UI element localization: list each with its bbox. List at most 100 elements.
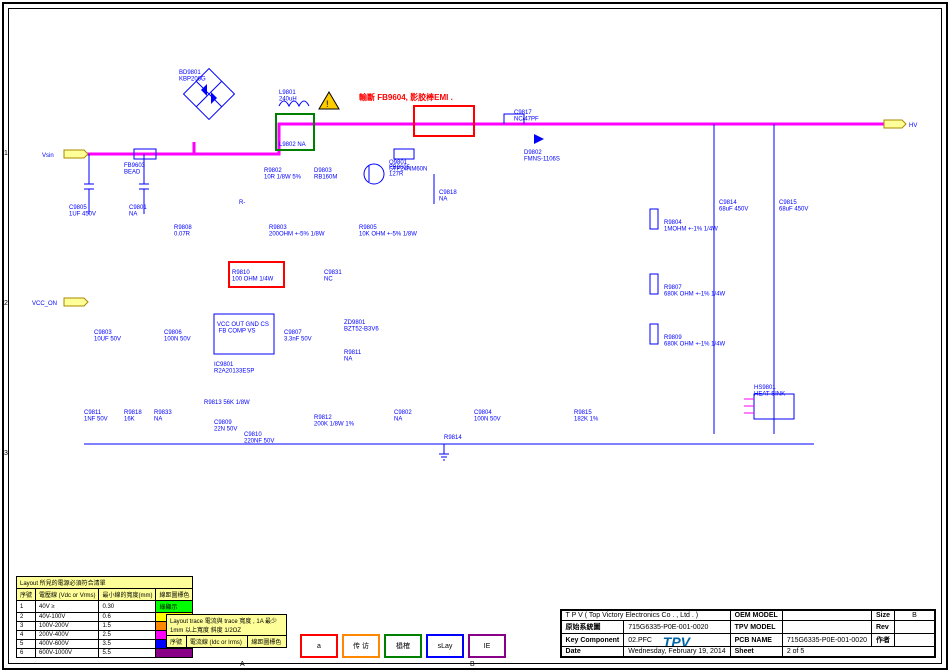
tb-rev [895, 621, 935, 634]
label-r9808: R98080.07R [174, 225, 192, 238]
label-r9815: R9815182K 1% [574, 410, 599, 423]
lg-r: 100V-200V [36, 622, 99, 631]
label-c9806: C9806100N 50V [164, 330, 191, 343]
legend-title: Layout 所見的電源必須符合清單 [17, 577, 193, 589]
color-box-orange: 传 访 [342, 634, 380, 658]
title-block: T P V ( Top Victory Electronics Co . , L… [560, 609, 936, 658]
color-box-green: 橻榷 [384, 634, 422, 658]
color-box-blue: sLay [426, 634, 464, 658]
main-bus [84, 124, 884, 154]
port-vsin-icon [64, 150, 88, 158]
label-c9803: C980310UF 50V [94, 330, 121, 343]
label-r9812: R9812200K 1/8W 1% [314, 415, 355, 428]
lg-r: 200V-400V [36, 631, 99, 640]
lg-r: 5 [17, 640, 36, 649]
q9801-icon [364, 164, 384, 184]
r9807-icon [650, 274, 658, 294]
label-c9802: C9802NA [394, 410, 412, 423]
lg-r: 0.30 [99, 601, 156, 613]
label-c9818: C9818NA [439, 190, 457, 203]
label-c9817: C9817NC/47PF [514, 110, 539, 123]
lg-r: 0.6 [99, 613, 156, 622]
label-c9811: C98111NF 50V [84, 410, 108, 423]
legend-col1: 序號 [17, 589, 36, 601]
label-c9807: C98073.3nF 50V [284, 330, 312, 343]
label-l9802: L9802 NA [279, 142, 306, 148]
label-c9809: C980922N 50V [214, 420, 237, 433]
lg-r: 1 [17, 601, 36, 613]
fb9605-icon [394, 149, 414, 159]
label-r9811: R9811NA [344, 350, 362, 363]
label-r9804: R98041MOHM +-1% 1/4W [664, 220, 718, 233]
r9804-icon [650, 209, 658, 229]
tb-tpvm [782, 621, 871, 634]
lm: 電流線 (Idc or Irms) [186, 636, 248, 648]
lg-r: 600V-1000V [36, 649, 99, 658]
label-r9813: R9813 56K 1/8W [204, 400, 250, 406]
color-box-row: a 传 访 橻榷 sLay IE [300, 634, 506, 658]
d9802-icon [534, 134, 544, 144]
label-bd9801: BD9801KBP206G [179, 70, 206, 83]
ruler-bot-a: A [240, 661, 245, 668]
lg-r: 40V ≥ [36, 601, 99, 613]
legend-mid: Layout trace 電流與 trace 寬度 , 1A 最少 1mm 以上… [166, 614, 287, 648]
tb-pcb: 715G6335-P0E-001-0020 [782, 634, 871, 647]
label-icpins: VCC OUT GND CS FB COMP VS [217, 322, 269, 335]
label-fb9603: FB9603BEAD [124, 163, 146, 176]
label-ic9801: IC9801R2A20133ESP [214, 362, 254, 375]
label-c9815: C981568uF 450V [779, 200, 808, 213]
label-c9804: C9804100N 50V [474, 410, 501, 423]
label-heatsink: HS9801HEAT SINK [754, 385, 785, 398]
color-box-purple: IE [468, 634, 506, 658]
emi-box [414, 106, 474, 136]
label-r9809: R9809680K OHM +-1% 1/4W [664, 335, 726, 348]
label-hv: HV [909, 123, 917, 129]
label-vccon: VCC_ON [32, 301, 57, 307]
label-c9810: C9810220NF 50V [244, 432, 274, 445]
label-c9805: C98051UF 450V [69, 205, 96, 218]
label-r9818: R981816K [124, 410, 142, 423]
legend-col4: 線距圖標色 [156, 589, 193, 601]
color-box-red: a [300, 634, 338, 658]
label-d9802: D9802FMNS-1106S [524, 150, 560, 163]
port-hv-icon [884, 120, 906, 128]
schematic-canvas: BD9801KBP206G FB9603BEAD Vsin HV L980124… [14, 14, 936, 658]
tb-proj-l: 原始系統圖 [561, 621, 624, 634]
tb-oem-l: OEM MODEL [730, 611, 782, 621]
ruler-left-2: 2 [4, 300, 8, 307]
legend-mid-title: Layout trace 電流與 trace 寬度 , 1A 最少 1mm 以上… [167, 615, 287, 636]
label-q9801: Q9801STF24NM60N [389, 160, 427, 173]
tb-sheet: 2 of 5 [782, 647, 934, 657]
label-r9805: R980510K OHM +-5% 1/8W [359, 225, 417, 238]
label-r9803: R9803200OHM +-5% 1/8W [269, 225, 325, 238]
legend-col2: 電壓線 (Vdc or Vrms) [36, 589, 99, 601]
label-r9802: R980210R 1/8W 5% [264, 168, 302, 181]
label-d9803: D9803RB160M [314, 168, 337, 181]
lg-r: 3.5 [99, 640, 156, 649]
label-c9801: C9801NA [129, 205, 147, 218]
gnd-symbol [439, 444, 449, 460]
label-r9807: R9807680K OHM +-1% 1/4W [664, 285, 726, 298]
ruler-left-3: 3 [4, 450, 8, 457]
r9809-icon [650, 324, 658, 344]
lg-r: 綠顯示 [156, 601, 193, 613]
label-c9814: C981468uF 450V [719, 200, 748, 213]
tb-date: Wednesday, February 19, 2014 [624, 647, 730, 657]
tb-sheet-l: Sheet [730, 647, 782, 657]
label-l9801: L9801240uH [279, 90, 297, 103]
label-r9814: R9814 [444, 435, 462, 441]
lg-r: 4 [17, 631, 36, 640]
tb-size: B [895, 611, 935, 621]
lg-r: 40V-100V [36, 613, 99, 622]
label-vsin: Vsin [42, 153, 54, 159]
warning-icon [319, 92, 339, 109]
lg-r: 3 [17, 622, 36, 631]
tb-kc-l: Key Component [561, 634, 624, 647]
lm: 線距圖標色 [248, 636, 287, 648]
lg-r: 2.5 [99, 631, 156, 640]
label-c9831: C9831NC [324, 270, 342, 283]
tb-date-l: Date [561, 647, 624, 657]
tb-auth-l: 作者 [871, 634, 894, 647]
tb-rev-l: Rev [871, 621, 894, 634]
label-r9833: R9833NA [154, 410, 172, 423]
